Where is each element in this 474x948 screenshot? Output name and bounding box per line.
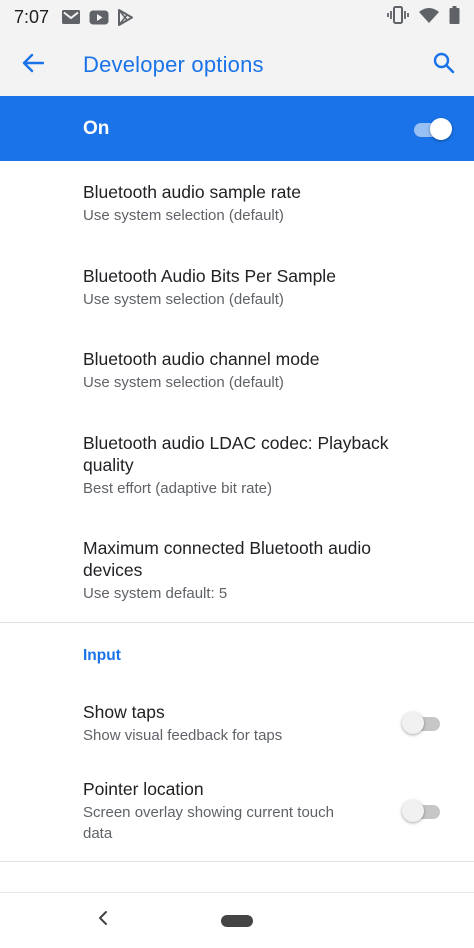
pref-title: Bluetooth audio LDAC codec: Playback qua… [83, 432, 389, 475]
pref-max-bluetooth-devices[interactable]: Maximum connected Bluetooth audio device… [0, 518, 474, 622]
pref-summary: Use system selection (default) [83, 206, 284, 224]
pref-bluetooth-ldac-quality[interactable]: Bluetooth audio LDAC codec: Playback qua… [0, 412, 474, 518]
preference-list: Bluetooth audio sample rate Use system s… [0, 161, 474, 862]
battery-icon [449, 5, 460, 29]
master-switch-label: On [83, 117, 110, 139]
arrow-back-icon [22, 53, 45, 78]
pref-summary: Best effort (adaptive bit rate) [83, 479, 272, 497]
pref-text: Bluetooth audio sample rate Use system s… [83, 181, 452, 226]
category-header-input: Input [83, 647, 121, 664]
pref-summary: Use system selection (default) [83, 290, 284, 308]
switch-thumb [402, 800, 424, 822]
navigation-bar [0, 892, 474, 948]
vibrate-icon [387, 5, 409, 29]
show-taps-toggle[interactable] [402, 712, 442, 734]
pref-text: Bluetooth Audio Bits Per Sample Use syst… [83, 265, 452, 310]
nav-back-button[interactable] [92, 907, 114, 933]
search-icon [433, 52, 455, 79]
pref-bluetooth-sample-rate[interactable]: Bluetooth audio sample rate Use system s… [0, 161, 474, 245]
pref-text: Bluetooth audio LDAC codec: Playback qua… [83, 432, 452, 499]
wifi-icon [419, 7, 439, 28]
pref-bluetooth-bits-per-sample[interactable]: Bluetooth Audio Bits Per Sample Use syst… [0, 245, 474, 329]
chevron-left-icon [98, 910, 108, 931]
pref-text: Maximum connected Bluetooth audio device… [83, 537, 452, 604]
pref-title: Bluetooth Audio Bits Per Sample [83, 265, 336, 286]
master-switch-bar[interactable]: On [0, 96, 474, 161]
pref-title: Bluetooth audio channel mode [83, 349, 320, 369]
pref-summary: Use system selection (default) [83, 374, 284, 391]
page-title: Developer options [83, 52, 264, 77]
switch-thumb [402, 712, 424, 734]
app-bar: Developer options [0, 34, 474, 96]
pref-pointer-location[interactable]: Pointer location Screen overlay showing … [0, 761, 474, 861]
section-divider [0, 861, 474, 862]
developer-options-screen: 7:07 Developer options On Bluetooth audi… [0, 0, 474, 948]
switch-thumb [430, 117, 452, 140]
pref-title: Show taps [83, 701, 165, 722]
search-button[interactable] [414, 34, 474, 96]
status-right-icons [387, 5, 460, 29]
pref-text: Show taps Show visual feedback for taps [83, 701, 402, 746]
pref-title: Bluetooth audio sample rate [83, 181, 301, 202]
pref-text: Pointer location Screen overlay showing … [83, 778, 402, 844]
back-button[interactable] [0, 34, 66, 96]
status-time: 7:07 [14, 6, 50, 27]
play-store-icon [117, 8, 134, 26]
master-switch-toggle[interactable] [412, 117, 452, 140]
pref-show-taps[interactable]: Show taps Show visual feedback for taps [0, 685, 474, 761]
pref-summary: Use system default: 5 [83, 584, 228, 602]
pref-title: Maximum connected Bluetooth audio device… [83, 537, 371, 580]
pointer-location-toggle[interactable] [402, 800, 442, 822]
nav-home-pill[interactable] [221, 915, 253, 927]
pref-summary: Show visual feedback for taps [83, 726, 283, 744]
youtube-icon [89, 10, 109, 25]
pref-summary: Screen overlay showing current touch dat… [83, 804, 334, 842]
pref-bluetooth-channel-mode[interactable]: Bluetooth audio channel mode Use system … [0, 329, 474, 412]
pref-text: Bluetooth audio channel mode Use system … [83, 348, 452, 393]
gmail-icon [61, 9, 81, 25]
status-bar: 7:07 [0, 0, 474, 34]
pref-title: Pointer location [83, 779, 204, 799]
